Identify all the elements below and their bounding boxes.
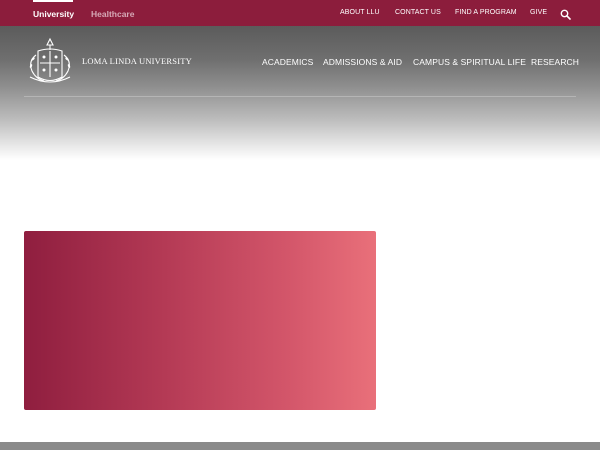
tab-university-label: University xyxy=(33,9,75,19)
active-tab-indicator xyxy=(33,0,73,2)
top-utility-bar: University Healthcare ABOUT LLU CONTACT … xyxy=(0,0,600,26)
nav-campus-spiritual-life[interactable]: CAMPUS & SPIRITUAL LIFE xyxy=(413,57,526,67)
contact-us-link[interactable]: CONTACT US xyxy=(395,9,441,16)
hero-gradient-card xyxy=(24,231,376,410)
tab-healthcare[interactable]: Healthcare xyxy=(91,9,134,19)
nav-research[interactable]: RESEARCH xyxy=(531,57,579,67)
university-seal-icon[interactable] xyxy=(24,37,76,85)
university-wordmark[interactable]: LOMA LINDA UNIVERSITY xyxy=(82,56,192,66)
find-a-program-link[interactable]: FIND A PROGRAM xyxy=(455,9,517,16)
header-divider xyxy=(24,96,576,97)
site-header xyxy=(0,26,600,160)
nav-admissions-aid[interactable]: ADMISSIONS & AID xyxy=(323,57,402,67)
search-icon[interactable] xyxy=(560,7,571,20)
nav-academics[interactable]: ACADEMICS xyxy=(262,57,313,67)
about-llu-link[interactable]: ABOUT LLU xyxy=(340,9,380,16)
give-link[interactable]: GIVE xyxy=(530,9,547,16)
footer-strip xyxy=(0,442,600,450)
tab-university[interactable]: University xyxy=(33,0,75,26)
